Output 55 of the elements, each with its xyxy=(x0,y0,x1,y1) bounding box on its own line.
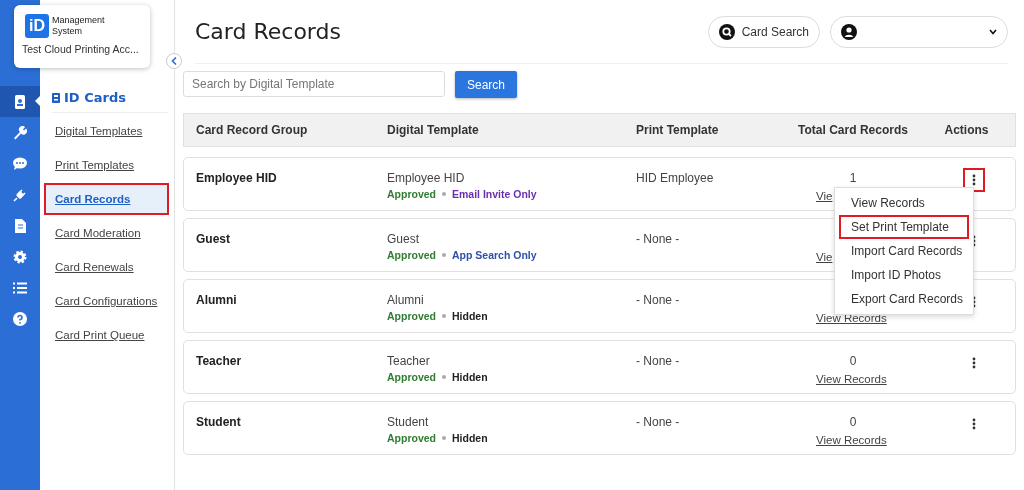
print-template: - None - xyxy=(636,415,681,429)
menu-item[interactable]: Set Print Template xyxy=(839,215,969,239)
menu-item[interactable]: Import ID Photos xyxy=(839,263,969,287)
sidebar-link[interactable]: Card Configurations xyxy=(44,285,169,317)
card-search-button[interactable]: Card Search xyxy=(707,15,820,48)
template-name: Student xyxy=(387,415,430,429)
group-name: Alumni xyxy=(195,293,238,307)
record-count: 1 xyxy=(849,171,857,185)
column-header: Print Template xyxy=(636,123,720,137)
menu-item[interactable]: View Records xyxy=(839,191,969,215)
page-title: Card Records xyxy=(195,19,342,44)
menu-item[interactable]: Export Card Records xyxy=(839,287,969,311)
group-name: Teacher xyxy=(195,354,243,368)
sidebar-heading: ID Cards xyxy=(64,90,126,105)
template-name: Teacher xyxy=(387,354,431,368)
template-name: Alumni xyxy=(387,293,425,307)
search-field[interactable]: Search by Digital Template xyxy=(183,71,445,97)
sidebar-link[interactable]: Digital Templates xyxy=(44,115,169,147)
print-template: HID Employee xyxy=(636,171,715,185)
group-name: Guest xyxy=(195,232,231,246)
logo: iD xyxy=(25,14,49,38)
status-label: Approved xyxy=(387,188,436,200)
view-records-link[interactable]: View Records xyxy=(816,434,890,446)
group-name: Employee HID xyxy=(195,171,278,185)
account-name: Test Cloud Printing Acc... xyxy=(22,43,140,55)
visibility-label: Hidden xyxy=(452,310,488,322)
search-button[interactable]: Search xyxy=(455,71,518,98)
template-name: Guest xyxy=(387,232,420,246)
visibility-label: Hidden xyxy=(452,432,488,444)
status-label: Approved xyxy=(387,310,436,322)
template-name: Employee HID xyxy=(387,171,466,185)
record-count: 0 xyxy=(849,354,857,368)
column-header: Card Record Group xyxy=(195,123,309,137)
sidebar-link[interactable]: Print Templates xyxy=(44,149,169,181)
column-header: Digital Template xyxy=(387,123,480,137)
sidebar-link[interactable]: Card Print Queue xyxy=(44,319,169,351)
print-template: - None - xyxy=(636,293,681,307)
visibility-label: App Search Only xyxy=(452,249,537,261)
view-records-link[interactable]: View Records xyxy=(816,373,890,385)
product-name: Management System xyxy=(52,15,105,37)
record-count: 0 xyxy=(849,415,857,429)
status-label: Approved xyxy=(387,432,436,444)
sidebar-link[interactable]: Card Renewals xyxy=(44,251,169,283)
visibility-label: Hidden xyxy=(452,371,488,383)
print-template: - None - xyxy=(636,232,681,246)
menu-item[interactable]: Import Card Records xyxy=(839,239,969,263)
status-label: Approved xyxy=(387,371,436,383)
sidebar-link[interactable]: Card Records xyxy=(44,183,169,215)
column-header: Actions xyxy=(943,123,990,137)
sidebar-link[interactable]: Card Moderation xyxy=(44,217,169,249)
column-header: Total Card Records xyxy=(797,123,909,137)
status-label: Approved xyxy=(387,249,436,261)
print-template: - None - xyxy=(636,354,681,368)
visibility-label: Email Invite Only xyxy=(452,188,537,200)
group-name: Student xyxy=(195,415,242,429)
